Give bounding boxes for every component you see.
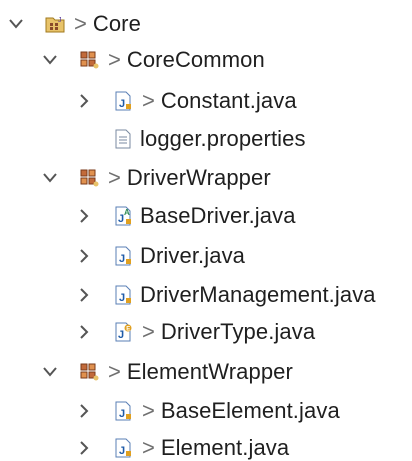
svg-text:J: J [118, 329, 124, 341]
dirty-marker: > [142, 88, 155, 113]
svg-text:J: J [119, 292, 125, 304]
chevron-down-icon[interactable] [40, 50, 60, 70]
chevron-down-icon[interactable] [40, 362, 60, 382]
java-file-icon: J [112, 437, 134, 459]
file-label: logger.properties [140, 126, 306, 151]
dirty-marker: > [142, 435, 155, 460]
file-label: DriverManagement.java [140, 282, 376, 307]
dirty-marker: > [108, 165, 121, 190]
chevron-right-icon[interactable] [74, 438, 94, 458]
file-label: DriverType.java [160, 319, 316, 344]
project-folder-icon: J [44, 13, 66, 35]
dirty-marker: > [108, 359, 121, 384]
svg-text:E: E [126, 326, 130, 332]
tree-item-package-elementwrapper[interactable]: > ElementWrapper [40, 354, 293, 390]
chevron-right-icon[interactable] [74, 322, 94, 342]
tree-item-file-element[interactable]: J > Element.java [74, 430, 289, 461]
java-file-icon: J [112, 245, 134, 267]
properties-file-icon [112, 128, 134, 150]
dirty-marker: > [74, 11, 87, 36]
chevron-right-icon[interactable] [74, 401, 94, 421]
tree-item-file-driver[interactable]: J Driver.java [74, 238, 245, 274]
tree-item-package-corecommon[interactable]: > CoreCommon [40, 42, 265, 78]
package-explorer-tree: J > Core > CoreCommon J > Constant.java … [0, 0, 412, 461]
tree-item-package-driverwrapper[interactable]: > DriverWrapper [40, 160, 271, 196]
chevron-down-icon[interactable] [6, 14, 26, 34]
tree-item-file-basedriver[interactable]: J A BaseDriver.java [74, 198, 296, 234]
package-label: CoreCommon [126, 47, 265, 72]
tree-item-file-baseelement[interactable]: J > BaseElement.java [74, 393, 340, 429]
svg-text:A: A [124, 208, 130, 217]
tree-item-project-core[interactable]: J > Core [6, 6, 141, 42]
svg-text:J: J [119, 253, 125, 265]
file-label: BaseElement.java [160, 398, 340, 423]
svg-text:J: J [119, 408, 125, 420]
tree-item-file-constant[interactable]: J > Constant.java [74, 83, 297, 119]
enum-java-file-icon: J E [112, 321, 134, 343]
java-file-icon: J [112, 284, 134, 306]
chevron-right-icon[interactable] [74, 206, 94, 226]
chevron-right-icon[interactable] [74, 246, 94, 266]
dirty-marker: > [142, 398, 155, 423]
chevron-down-icon[interactable] [40, 168, 60, 188]
file-label: Constant.java [160, 88, 297, 113]
package-label: DriverWrapper [126, 165, 271, 190]
java-file-icon: J [112, 400, 134, 422]
file-label: Element.java [160, 435, 290, 460]
tree-item-file-drivertype[interactable]: J E > DriverType.java [74, 314, 315, 350]
svg-text:J: J [119, 98, 125, 110]
tree-item-file-logger-properties[interactable]: logger.properties [74, 121, 306, 157]
dirty-marker: > [142, 319, 155, 344]
chevron-right-icon[interactable] [74, 91, 94, 111]
chevron-right-icon[interactable] [74, 285, 94, 305]
file-label: Driver.java [140, 243, 246, 268]
svg-text:J: J [119, 445, 125, 457]
tree-item-file-drivermanagement[interactable]: J DriverManagement.java [74, 277, 376, 313]
package-icon [78, 49, 100, 71]
dirty-marker: > [108, 47, 121, 72]
svg-text:J: J [58, 17, 62, 24]
project-label: Core [92, 11, 141, 36]
file-label: BaseDriver.java [140, 203, 296, 228]
package-icon [78, 167, 100, 189]
abstract-java-file-icon: J A [112, 205, 134, 227]
package-icon [78, 361, 100, 383]
java-file-icon: J [112, 90, 134, 112]
package-label: ElementWrapper [126, 359, 293, 384]
